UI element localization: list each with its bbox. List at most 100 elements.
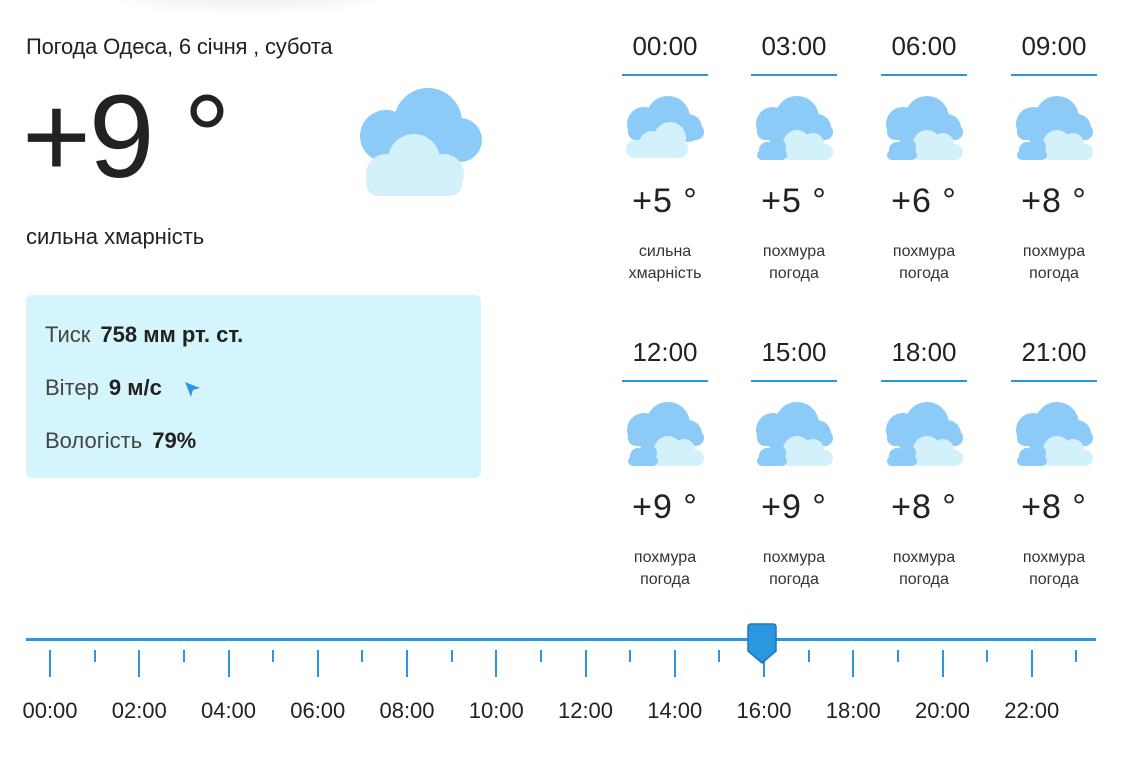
forecast-time: 18:00 xyxy=(881,336,967,382)
forecast-description: похмура погода xyxy=(1011,547,1097,591)
timeline-label[interactable]: 16:00 xyxy=(724,698,804,724)
forecast-description-line2: погода xyxy=(769,571,819,588)
timeline-label[interactable]: 10:00 xyxy=(456,698,536,724)
forecast-time: 06:00 xyxy=(881,30,967,76)
timeline-major-tick xyxy=(1030,650,1033,677)
forecast-description-line2: хмарність xyxy=(628,265,702,282)
page-title: Погода Одеса, 6 січня , субота xyxy=(26,34,333,59)
forecast-slot[interactable]: 21:00 +8 ° похмура погода xyxy=(1011,336,1097,591)
forecast-description-line2: погода xyxy=(899,265,949,282)
timeline-minor-tick xyxy=(718,650,721,662)
timeline-major-tick xyxy=(852,650,855,677)
timeline-minor-tick xyxy=(629,650,632,662)
humidity-value: 79% xyxy=(152,428,197,453)
forecast-description-line1: похмура xyxy=(762,243,826,260)
timeline-minor-tick xyxy=(896,650,899,662)
cloudy-icon xyxy=(627,402,704,466)
forecast-description-line1: похмура xyxy=(762,549,826,566)
cloudy-icon xyxy=(1016,402,1093,466)
forecast-temperature: +8 ° xyxy=(891,488,957,526)
timeline-major-tick xyxy=(138,650,141,677)
pressure-row: Тиск 758 мм рт. ст. xyxy=(45,322,243,348)
pressure-label: Тиск xyxy=(45,322,91,347)
forecast-description-line2: погода xyxy=(769,265,819,282)
forecast-description: похмура погода xyxy=(881,241,967,285)
cloudy-icon xyxy=(756,402,833,466)
cloudy-icon xyxy=(756,96,833,160)
forecast-slot[interactable]: 00:00 +5 ° сильна хмарність xyxy=(622,30,708,285)
time-slider-handle[interactable] xyxy=(746,623,778,665)
wind-value: 9 м/с xyxy=(108,375,162,400)
forecast-temperature: +9 ° xyxy=(761,488,827,526)
forecast-description-line2: погода xyxy=(640,571,690,588)
cloud-icon xyxy=(360,88,482,196)
wind-direction-arrow-icon xyxy=(184,382,200,398)
timeline-minor-tick xyxy=(539,650,542,662)
forecast-slot[interactable]: 09:00 +8 ° похмура погода xyxy=(1011,30,1097,285)
cloudy-icon xyxy=(886,96,963,160)
forecast-temperature: +9 ° xyxy=(632,488,698,526)
timeline-major-tick xyxy=(584,650,587,677)
timeline-major-tick xyxy=(49,650,51,677)
humidity-row: Вологість 79% xyxy=(45,428,196,454)
forecast-time: 09:00 xyxy=(1011,30,1097,76)
forecast-description-line1: сильна xyxy=(638,243,692,260)
timeline-major-tick xyxy=(227,650,230,677)
forecast-description-line1: похмура xyxy=(892,549,956,566)
timeline-label[interactable]: 12:00 xyxy=(546,698,626,724)
forecast-time: 12:00 xyxy=(622,336,708,382)
timeline-major-tick xyxy=(316,650,319,677)
timeline-label[interactable]: 00:00 xyxy=(10,698,90,724)
timeline-label[interactable]: 06:00 xyxy=(278,698,358,724)
forecast-temperature: +5 ° xyxy=(632,182,698,220)
timeline-minor-tick xyxy=(93,650,96,662)
forecast-slot[interactable]: 15:00 +9 ° похмура погода xyxy=(751,336,837,591)
forecast-description-line1: похмура xyxy=(892,243,956,260)
timeline-minor-tick xyxy=(986,650,989,662)
timeline-major-tick xyxy=(673,650,676,677)
forecast-time: 03:00 xyxy=(751,30,837,76)
forecast-description-line2: погода xyxy=(1029,265,1079,282)
timeline-major-tick xyxy=(406,650,408,677)
current-description: сильна хмарність xyxy=(26,224,205,249)
forecast-description: похмура погода xyxy=(622,547,708,591)
timeline-major-tick xyxy=(941,650,944,677)
timeline-label[interactable]: 04:00 xyxy=(189,698,269,724)
forecast-slot[interactable]: 06:00 +6 ° похмура погода xyxy=(881,30,967,285)
current-temperature: +9 ° xyxy=(22,71,231,203)
timeline-label[interactable]: 22:00 xyxy=(992,698,1072,724)
top-shadow xyxy=(120,0,380,6)
timeline-label[interactable]: 18:00 xyxy=(813,698,893,724)
timeline-label[interactable]: 14:00 xyxy=(635,698,715,724)
forecast-description: похмура погода xyxy=(881,547,967,591)
timeline-label[interactable]: 08:00 xyxy=(367,698,447,724)
timeline-major-tick xyxy=(495,650,498,677)
forecast-temperature: +8 ° xyxy=(1021,182,1087,220)
timeline-minor-tick xyxy=(272,650,275,662)
forecast-time: 00:00 xyxy=(622,30,708,76)
forecast-slot[interactable]: 18:00 +8 ° похмура погода xyxy=(881,336,967,591)
forecast-slot[interactable]: 03:00 +5 ° похмура погода xyxy=(751,30,837,285)
forecast-description-line1: похмура xyxy=(1022,243,1086,260)
timeline-label[interactable]: 02:00 xyxy=(99,698,179,724)
time-slider[interactable]: 00:00 02:00 04:00 06:00 08:00 10:00 12:00 14:00… xyxy=(22,623,1096,750)
forecast-temperature: +5 ° xyxy=(761,182,827,220)
cloudy-icon xyxy=(886,402,963,466)
timeline-minor-tick xyxy=(807,650,810,662)
forecast-slot[interactable]: 12:00 +9 ° похмура погода xyxy=(622,336,708,591)
forecast-time: 21:00 xyxy=(1011,336,1097,382)
timeline-label[interactable]: 20:00 xyxy=(903,698,983,724)
forecast-description: похмура погода xyxy=(1011,241,1097,285)
forecast-description: похмура погода xyxy=(751,241,837,285)
overcast-cloud-icon xyxy=(626,96,704,158)
forecast-description-line2: погода xyxy=(899,571,949,588)
forecast-time: 15:00 xyxy=(751,336,837,382)
pressure-value: 758 мм рт. ст. xyxy=(100,322,244,347)
forecast-description: похмура погода xyxy=(751,547,837,591)
time-slider-track[interactable] xyxy=(26,638,1096,641)
timeline-minor-tick xyxy=(450,650,453,662)
forecast-temperature: +6 ° xyxy=(891,182,957,220)
timeline-minor-tick xyxy=(182,650,185,662)
timeline-minor-tick xyxy=(1075,650,1078,662)
forecast-description-line2: погода xyxy=(1029,571,1079,588)
